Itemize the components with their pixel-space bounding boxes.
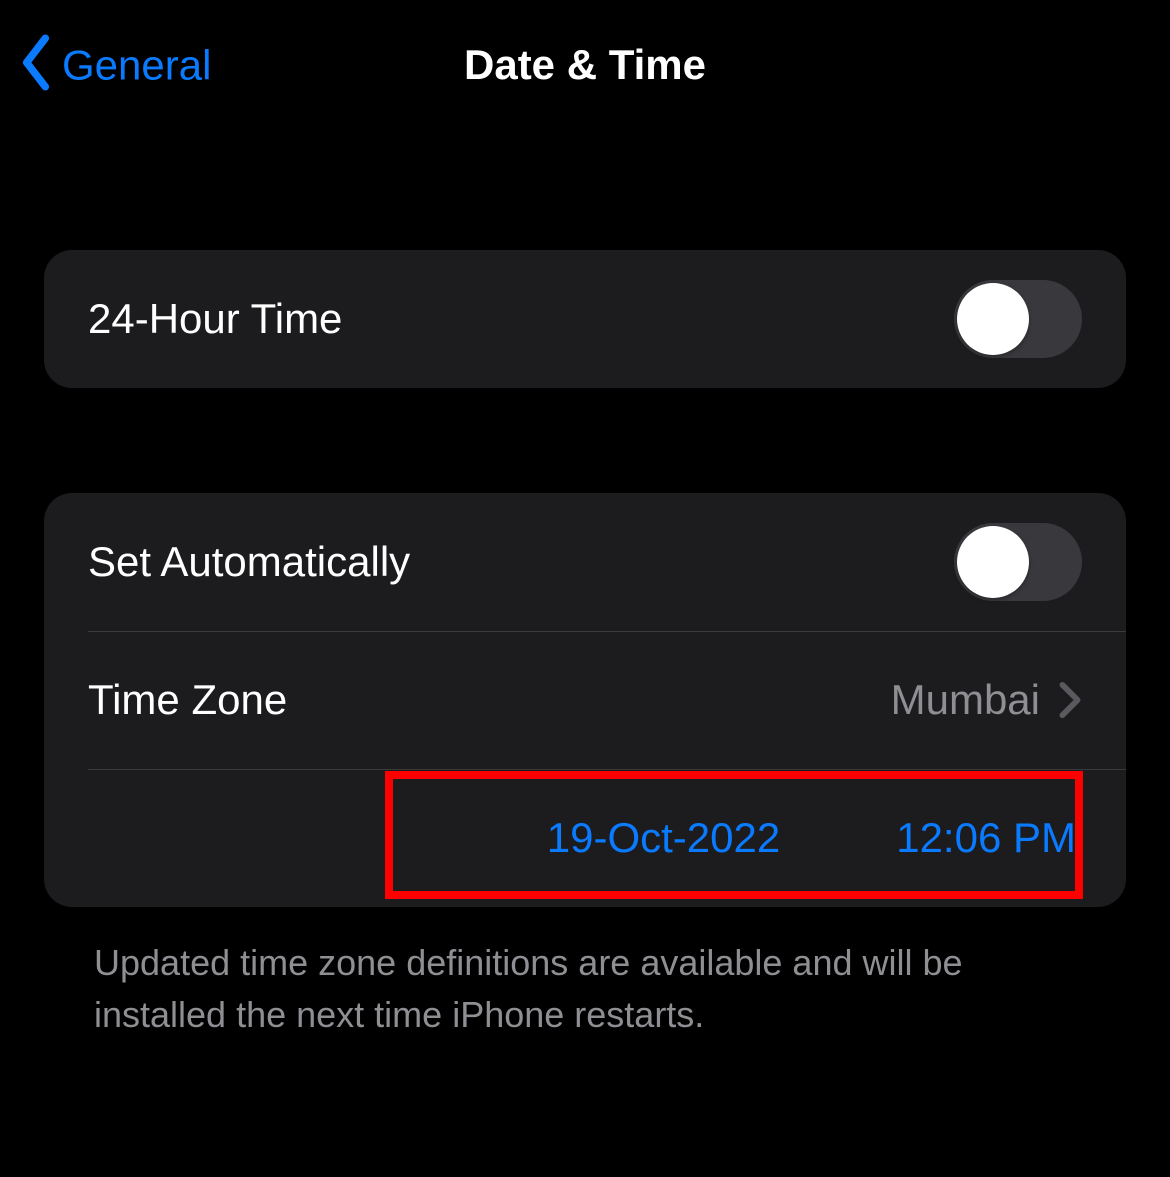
footer-note: Updated time zone definitions are availa… (44, 907, 1126, 1041)
toggle-24-hour-time[interactable] (954, 280, 1082, 358)
row-label: Time Zone (88, 676, 891, 724)
row-label: 24-Hour Time (88, 295, 954, 343)
row-time-zone[interactable]: Time Zone Mumbai (44, 631, 1126, 769)
toggle-knob (957, 283, 1029, 355)
chevron-left-icon (18, 35, 54, 96)
toggle-set-automatically[interactable] (954, 523, 1082, 601)
date-button[interactable]: 19-Oct-2022 (547, 814, 780, 862)
time-button[interactable]: 12:06 PM (896, 814, 1076, 862)
chevron-right-icon (1058, 681, 1082, 719)
row-date-time: 19-Oct-2022 12:06 PM (44, 769, 1126, 907)
time-zone-value: Mumbai (891, 676, 1040, 724)
navigation-bar: General Date & Time (0, 0, 1170, 130)
row-set-automatically: Set Automatically (44, 493, 1126, 631)
row-24-hour-time: 24-Hour Time (44, 250, 1126, 388)
settings-group-1: 24-Hour Time (44, 250, 1126, 388)
toggle-knob (957, 526, 1029, 598)
row-label: Set Automatically (88, 538, 954, 586)
back-label: General (62, 41, 211, 89)
back-button[interactable]: General (18, 35, 211, 96)
settings-group-2: Set Automatically Time Zone Mumbai 19-Oc… (44, 493, 1126, 907)
